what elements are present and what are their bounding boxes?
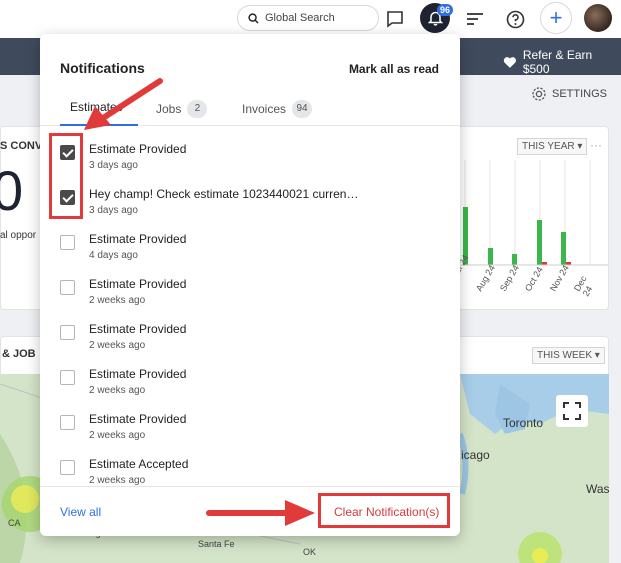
notification-item[interactable]: Estimate Provided 4 days ago	[40, 225, 460, 270]
refer-earn-link[interactable]: Refer & Earn $500	[503, 48, 621, 76]
conversion-card-title: S CONV	[0, 140, 43, 152]
notification-checkbox[interactable]	[60, 325, 75, 340]
search-icon	[248, 12, 259, 24]
notification-checkbox[interactable]	[60, 280, 75, 295]
notification-time: 4 days ago	[89, 250, 138, 261]
notification-time: 2 weeks ago	[89, 430, 146, 441]
view-all-link[interactable]: View all	[60, 505, 101, 519]
month-label: Oct 24	[523, 265, 545, 293]
conversion-value: 0	[0, 159, 24, 222]
notification-title: Estimate Accepted	[89, 457, 189, 471]
tab-count-badge: 2	[187, 100, 208, 118]
more-options-icon[interactable]: ···	[590, 138, 602, 152]
notification-item[interactable]: Estimate Provided 2 weeks ago	[40, 405, 460, 450]
settings-label: SETTINGS	[552, 88, 608, 100]
notification-item[interactable]: Estimate Provided 3 days ago	[40, 135, 460, 180]
notification-time: 2 weeks ago	[89, 295, 146, 306]
panel-title: Notifications	[60, 60, 145, 76]
plus-icon: +	[549, 5, 563, 30]
checkbox-highlight-box	[49, 133, 83, 219]
map-label: OK	[303, 547, 317, 557]
notification-item[interactable]: Estimate Provided 2 weeks ago	[40, 270, 460, 315]
map-label: icago	[461, 448, 490, 462]
map-label: CA	[8, 518, 21, 528]
notification-title: Hey champ! Check estimate 1023440021 cur…	[89, 187, 359, 201]
user-avatar[interactable]	[584, 4, 612, 32]
map-label: Santa Fe	[198, 539, 235, 549]
notification-title: Estimate Provided	[89, 232, 187, 246]
notification-checkbox[interactable]	[60, 415, 75, 430]
map-label: Was	[586, 482, 609, 496]
expand-icon	[563, 402, 581, 420]
notification-title: Estimate Provided	[89, 367, 187, 381]
notification-title: Estimate Provided	[89, 142, 187, 156]
search-placeholder: Global Search	[265, 12, 335, 24]
notification-count-badge: 96	[437, 4, 454, 16]
opportunity-text: al oppor	[0, 230, 37, 241]
global-search-input[interactable]: Global Search	[237, 5, 379, 31]
tab-invoices[interactable]: Invoices 94	[242, 100, 313, 118]
notification-checkbox[interactable]	[60, 235, 75, 250]
year-select-value: THIS YEAR	[522, 141, 575, 152]
help-icon[interactable]	[503, 7, 527, 31]
notification-time: 3 days ago	[89, 160, 138, 171]
tab-label: Invoices	[242, 102, 287, 116]
notification-time: 2 weeks ago	[89, 475, 146, 486]
tab-count-badge: 94	[292, 100, 313, 118]
annotation-arrow-icon	[84, 78, 163, 130]
year-select[interactable]: THIS YEAR ▾	[517, 138, 588, 155]
clear-highlight-box	[318, 493, 450, 528]
heart-icon	[503, 56, 516, 68]
notification-time: 2 weeks ago	[89, 340, 146, 351]
map-label: Toronto	[503, 416, 544, 430]
top-bar: Global Search 96 +	[0, 0, 621, 38]
notification-checkbox[interactable]	[60, 370, 75, 385]
settings-button[interactable]: SETTINGS	[531, 86, 607, 102]
notification-item[interactable]: Estimate Provided 2 weeks ago	[40, 360, 460, 405]
filter-icon[interactable]	[463, 7, 487, 31]
notification-time: 3 days ago	[89, 205, 138, 216]
annotation-arrow-icon	[206, 500, 315, 526]
add-new-button[interactable]: +	[540, 2, 572, 34]
notification-title: Estimate Provided	[89, 322, 187, 336]
refer-label: Refer & Earn $500	[522, 48, 593, 76]
fullscreen-button[interactable]	[556, 395, 588, 427]
chart-x-labels: Jul 24 Aug 24 Sep 24 Oct 24 Nov 24 Dec 2…	[450, 253, 600, 300]
notification-title: Estimate Provided	[89, 412, 187, 426]
notification-list: Estimate Provided 3 days ago Hey champ! …	[40, 130, 460, 486]
notification-title: Estimate Provided	[89, 277, 187, 291]
chat-icon[interactable]	[383, 7, 407, 31]
chart-bar	[488, 248, 493, 265]
notification-item[interactable]: Estimate Provided 2 weeks ago	[40, 315, 460, 360]
week-select-value: THIS WEEK	[537, 350, 593, 361]
notification-checkbox[interactable]	[60, 460, 75, 475]
jobs-map-title: & JOB	[2, 348, 36, 360]
week-select[interactable]: THIS WEEK ▾	[532, 347, 605, 364]
mark-all-read-button[interactable]: Mark all as read	[349, 62, 439, 76]
chart-bar	[537, 220, 542, 265]
chart-bar	[561, 232, 566, 265]
notification-time: 2 weeks ago	[89, 385, 146, 396]
notification-item[interactable]: Hey champ! Check estimate 1023440021 cur…	[40, 180, 460, 225]
gear-icon	[532, 87, 546, 101]
